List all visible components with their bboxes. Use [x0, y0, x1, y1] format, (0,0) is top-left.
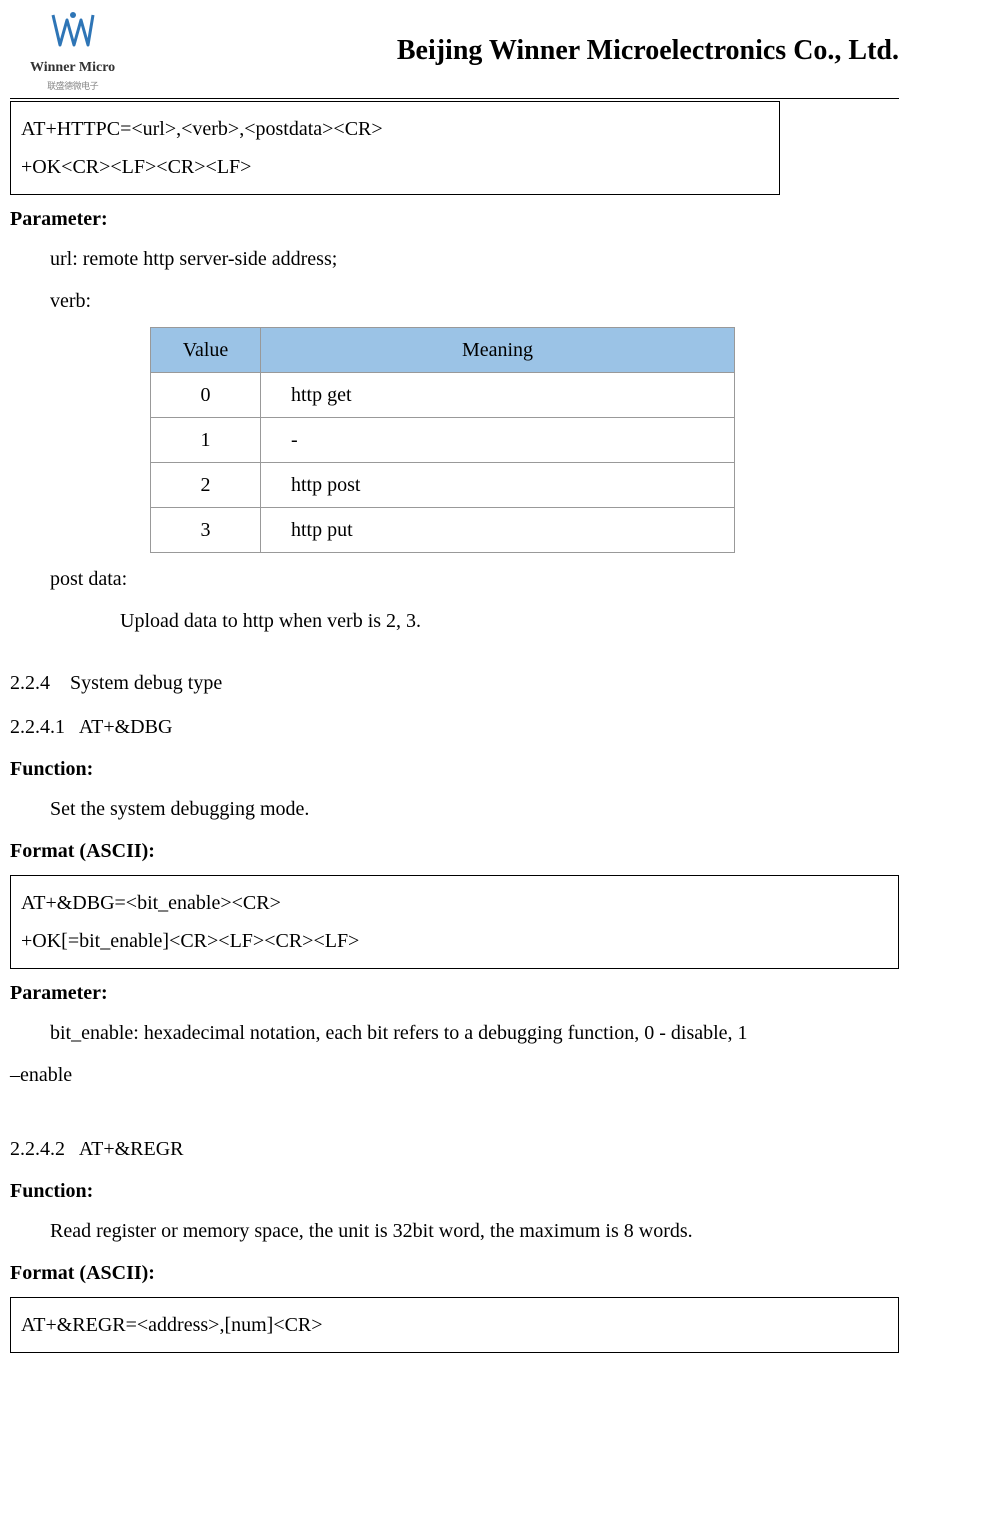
- code-line: AT+HTTPC=<url>,<verb>,<postdata><CR>: [21, 110, 769, 148]
- table-cell-value: 0: [151, 372, 261, 417]
- section-heading-2242: 2.2.4.2 AT+&REGR: [10, 1133, 899, 1165]
- param-bit-enable-a: bit_enable: hexadecimal notation, each b…: [50, 1017, 899, 1049]
- winner-micro-icon: [48, 10, 98, 55]
- format-label: Format (ASCII):: [10, 1257, 899, 1289]
- table-row: 2 http post: [151, 462, 735, 507]
- table-cell-meaning: http get: [261, 372, 735, 417]
- table-header-meaning: Meaning: [261, 327, 735, 372]
- param-url: url: remote http server-side address;: [50, 243, 899, 275]
- table-cell-meaning: http post: [261, 462, 735, 507]
- code-box-httpc: AT+HTTPC=<url>,<verb>,<postdata><CR> +OK…: [10, 101, 780, 195]
- table-cell-value: 3: [151, 507, 261, 552]
- param-postdata-desc: Upload data to http when verb is 2, 3.: [120, 605, 899, 637]
- company-name: Beijing Winner Microelectronics Co., Ltd…: [397, 29, 899, 74]
- company-logo: Winner Micro 联盛德微电子: [30, 10, 115, 94]
- table-row: 3 http put: [151, 507, 735, 552]
- param-bit-enable-b: –enable: [10, 1059, 899, 1091]
- parameter-label: Parameter:: [10, 977, 899, 1009]
- function-label: Function:: [10, 753, 899, 785]
- table-header-value: Value: [151, 327, 261, 372]
- table-cell-value: 2: [151, 462, 261, 507]
- code-box-dbg: AT+&DBG=<bit_enable><CR> +OK[=bit_enable…: [10, 875, 899, 969]
- parameter-label: Parameter:: [10, 203, 899, 235]
- function-label: Function:: [10, 1175, 899, 1207]
- function-dbg-text: Set the system debugging mode.: [50, 793, 899, 825]
- table-row: 1 -: [151, 417, 735, 462]
- section-heading-2241: 2.2.4.1 AT+&DBG: [10, 711, 899, 743]
- table-cell-value: 1: [151, 417, 261, 462]
- section-heading-224: 2.2.4 System debug type: [10, 667, 899, 699]
- function-regr-text: Read register or memory space, the unit …: [50, 1215, 899, 1247]
- logo-text-sub: 联盛德微电子: [47, 79, 98, 93]
- page-header: Winner Micro 联盛德微电子 Beijing Winner Micro…: [10, 10, 899, 94]
- table-cell-meaning: http put: [261, 507, 735, 552]
- table-row: 0 http get: [151, 372, 735, 417]
- param-postdata-label: post data:: [50, 563, 899, 595]
- code-line: +OK[=bit_enable]<CR><LF><CR><LF>: [21, 922, 888, 960]
- code-box-regr: AT+&REGR=<address>,[num]<CR>: [10, 1297, 899, 1353]
- format-label: Format (ASCII):: [10, 835, 899, 867]
- param-verb: verb:: [50, 285, 899, 317]
- verb-table: Value Meaning 0 http get 1 - 2 http post…: [150, 327, 735, 553]
- table-cell-meaning: -: [261, 417, 735, 462]
- code-line: AT+&DBG=<bit_enable><CR>: [21, 884, 888, 922]
- logo-text-main: Winner Micro: [30, 57, 115, 79]
- code-line: +OK<CR><LF><CR><LF>: [21, 148, 769, 186]
- code-line: AT+&REGR=<address>,[num]<CR>: [21, 1306, 888, 1344]
- header-divider: [10, 98, 899, 99]
